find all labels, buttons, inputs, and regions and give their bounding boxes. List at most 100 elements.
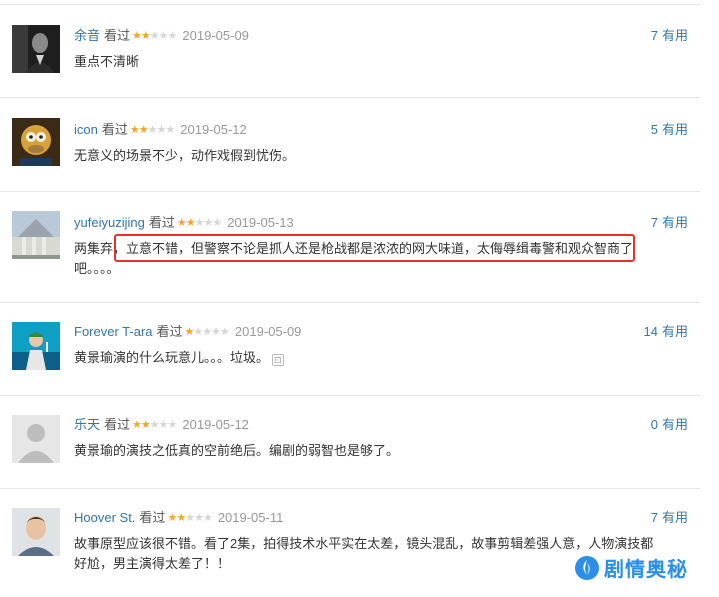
watched-label: 看过 — [156, 324, 183, 339]
username-link[interactable]: Forever T-ara — [74, 324, 153, 339]
useful-votes[interactable]: 0 有用 — [651, 417, 688, 433]
rating-stars: ★★★★★ — [167, 510, 213, 526]
vote-count: 7 — [650, 510, 658, 525]
comment-body: 黄景瑜演的什么玩意儿。。。垃圾。 — [74, 350, 270, 365]
comment-text: 黄景瑜演的什么玩意儿。。。垃圾。 ⊡ — [74, 348, 658, 368]
star-filled-icon: ★ — [129, 124, 140, 136]
star-empty-icon: ★ — [202, 326, 212, 338]
comment-meta: Hoover St. 看过 ★★★★★ 2019-05-11 — [74, 510, 283, 526]
star-filled-icon: ★ — [167, 512, 177, 524]
username-link[interactable]: 余音 — [74, 28, 100, 43]
comment-item: icon 看过 ★★★★★ 2019-05-12 5 有用 无意义的场景不少，动作戏假到… — [0, 98, 700, 192]
comment-text: 无意义的场景不少，动作戏假到忧伤。 — [74, 148, 296, 163]
avatar[interactable] — [12, 508, 60, 556]
star-filled-icon: ★ — [176, 512, 186, 524]
rating-stars: ★★★★★ — [132, 28, 178, 44]
star-empty-icon: ★ — [185, 512, 195, 524]
watched-label: 看过 — [139, 510, 166, 525]
star-empty-icon: ★ — [158, 419, 169, 431]
avatar[interactable] — [12, 322, 60, 370]
star-filled-icon: ★ — [132, 30, 142, 42]
useful-button[interactable]: 有用 — [662, 417, 688, 432]
star-filled-icon: ★ — [140, 30, 151, 42]
comment-item: 余音 看过 ★★★★★ 2019-05-09 7 有用 重点不清晰 — [0, 0, 700, 98]
useful-button[interactable]: 有用 — [662, 28, 688, 43]
comment-item: 乐天 看过 ★★★★★ 2019-05-12 0 有用 黄景瑜的演技之低真的空前绝后。编… — [0, 395, 700, 489]
rating-stars: ★★★★★ — [176, 215, 222, 231]
comment-meta: icon 看过 ★★★★★ 2019-05-12 — [74, 122, 247, 138]
username-link[interactable]: 乐天 — [74, 417, 100, 432]
useful-votes[interactable]: 7 有用 — [651, 28, 688, 44]
vote-count: 7 — [650, 28, 658, 43]
star-empty-icon: ★ — [211, 326, 221, 338]
comment-date: 2019-05-12 — [182, 417, 249, 432]
star-empty-icon: ★ — [167, 30, 178, 42]
highlight-box — [114, 234, 635, 262]
star-empty-icon: ★ — [193, 326, 203, 338]
comment-date: 2019-05-11 — [217, 510, 284, 525]
comment-text: 重点不清晰 — [74, 54, 140, 69]
watermark-text: 剧情奥秘 — [604, 559, 688, 581]
comment-text: 故事原型应该很不错。看了2集，拍得技术水平实在太差，镜头混乱，故事剪辑差强人意，… — [74, 536, 654, 571]
rating-stars: ★★★★★ — [129, 122, 175, 138]
star-empty-icon: ★ — [158, 30, 169, 42]
logo-icon — [575, 555, 599, 580]
star-empty-icon: ★ — [202, 512, 213, 524]
comment-meta: 余音 看过 ★★★★★ 2019-05-09 — [74, 28, 249, 44]
username-link[interactable]: yufeiyuzijing — [74, 215, 145, 230]
useful-votes[interactable]: 7 有用 — [651, 215, 688, 231]
star-empty-icon: ★ — [194, 512, 204, 524]
star-filled-icon: ★ — [185, 217, 196, 229]
star-empty-icon: ★ — [220, 326, 230, 338]
star-filled-icon: ★ — [140, 419, 151, 431]
useful-votes[interactable]: 5 有用 — [651, 122, 688, 138]
comment-date: 2019-05-12 — [180, 122, 247, 137]
star-empty-icon: ★ — [203, 217, 213, 229]
comment-date: 2019-05-13 — [227, 215, 294, 230]
useful-button[interactable]: 有用 — [662, 122, 688, 137]
comment-date: 2019-05-09 — [182, 28, 249, 43]
comment-meta: 乐天 看过 ★★★★★ 2019-05-12 — [74, 417, 249, 433]
vote-count: 0 — [650, 417, 658, 432]
username-link[interactable]: Hoover St. — [74, 510, 135, 525]
avatar[interactable] — [12, 415, 60, 463]
star-filled-icon: ★ — [176, 217, 187, 229]
username-link[interactable]: icon — [74, 122, 98, 137]
useful-votes[interactable]: 7 有用 — [651, 510, 688, 526]
avatar[interactable] — [12, 118, 60, 166]
comment-meta: yufeiyuzijing 看过 ★★★★★ 2019-05-13 — [74, 215, 294, 231]
star-empty-icon: ★ — [149, 30, 160, 42]
avatar-image — [12, 118, 60, 166]
avatar[interactable] — [12, 25, 60, 73]
vote-count: 7 — [650, 215, 658, 230]
rating-stars: ★★★★★ — [132, 417, 178, 433]
vote-count: 14 — [643, 324, 658, 339]
useful-button[interactable]: 有用 — [662, 324, 688, 339]
comment-date: 2019-05-09 — [234, 324, 302, 339]
useful-button[interactable]: 有用 — [662, 215, 688, 230]
star-empty-icon: ★ — [167, 419, 178, 431]
vote-count: 5 — [650, 122, 658, 137]
report-icon[interactable]: ⊡ — [272, 354, 284, 366]
star-empty-icon: ★ — [165, 124, 175, 136]
star-empty-icon: ★ — [149, 419, 160, 431]
avatar-image — [12, 508, 60, 556]
watermark: 剧情奥秘 — [574, 553, 688, 582]
star-filled-icon: ★ — [132, 419, 142, 431]
watched-label: 看过 — [148, 215, 175, 230]
star-empty-icon: ★ — [147, 124, 158, 136]
star-filled-icon: ★ — [138, 124, 149, 136]
avatar-image — [12, 322, 60, 370]
avatar-image — [12, 25, 60, 73]
avatar[interactable] — [12, 211, 60, 259]
comment-item: Forever T-ara 看过 ★★★★★ 2019-05-09 14 有用 黄景瑜演… — [0, 302, 700, 396]
star-empty-icon: ★ — [212, 217, 222, 229]
useful-votes[interactable]: 14 有用 — [644, 324, 688, 340]
avatar-image — [12, 211, 60, 259]
comment-text: 黄景瑜的演技之低真的空前绝后。编剧的弱智也是够了。 — [74, 443, 400, 458]
watched-label: 看过 — [104, 417, 131, 432]
comment-meta: Forever T-ara 看过 ★★★★★ 2019-05-09 — [74, 324, 301, 340]
useful-button[interactable]: 有用 — [662, 510, 688, 525]
rating-stars: ★★★★★ — [185, 324, 230, 340]
watched-label: 看过 — [104, 28, 131, 43]
